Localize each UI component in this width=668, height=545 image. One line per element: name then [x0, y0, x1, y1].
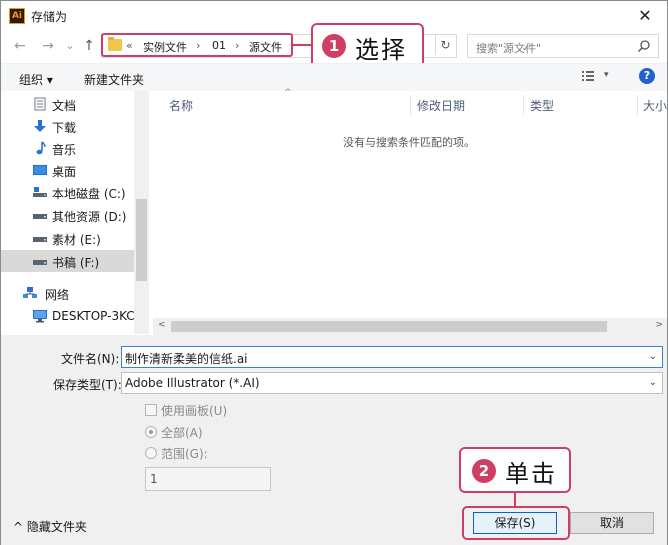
sidebar-item-label: 本地磁盘 (C:)	[52, 187, 126, 201]
filename-label: 文件名(N):	[61, 352, 120, 366]
download-icon	[34, 120, 46, 132]
column-divider[interactable]	[637, 95, 638, 115]
callout-label: 单击	[505, 460, 557, 488]
search-placeholder: 搜索"源文件"	[476, 42, 542, 55]
artboard-range-input[interactable]: 1	[145, 467, 271, 491]
help-icon[interactable]: ?	[639, 68, 655, 84]
sidebar-item-drive-f[interactable]: 书稿 (F:)	[1, 250, 134, 272]
step-badge: 1	[322, 34, 346, 58]
sidebar-item-label: 其他资源 (D:)	[52, 210, 127, 224]
new-folder-button[interactable]: 新建文件夹	[84, 71, 144, 88]
use-artboards-checkbox[interactable]	[145, 404, 157, 416]
drive-icon	[33, 237, 47, 242]
artboard-range-value: 1	[150, 472, 158, 486]
column-header-type[interactable]: 类型	[530, 97, 554, 114]
artboard-range-radio[interactable]	[145, 447, 157, 459]
artboard-all-radio[interactable]	[145, 426, 157, 438]
callout-connector	[514, 493, 516, 506]
filename-field[interactable]: 制作清新柔美的信纸.ai ⌄	[121, 346, 663, 368]
drive-icon	[33, 260, 47, 265]
close-button[interactable]: ✕	[633, 4, 657, 28]
file-list-scroll-thumb[interactable]	[171, 321, 607, 332]
illustrator-app-icon: Ai	[9, 8, 25, 24]
refresh-button[interactable]: ↻	[435, 35, 455, 55]
sidebar-item-music[interactable]: 音乐	[1, 137, 134, 159]
sidebar-item-drive-c[interactable]: 本地磁盘 (C:)	[1, 181, 134, 203]
column-header-name[interactable]: 名称	[169, 97, 193, 114]
sidebar-item-downloads[interactable]: 下载	[1, 115, 134, 137]
scroll-left-button[interactable]: <	[158, 320, 166, 330]
empty-list-message: 没有与搜索条件匹配的项。	[343, 136, 475, 149]
callout-label: 选择	[355, 36, 407, 64]
sidebar-item-network[interactable]: 网络	[1, 282, 134, 304]
sidebar-item-label: 网络	[45, 288, 70, 302]
sidebar-item-drive-e[interactable]: 素材 (E:)	[1, 227, 134, 249]
desktop-icon	[33, 165, 47, 175]
sidebar-item-computer[interactable]: DESKTOP-3KCA	[1, 305, 143, 327]
drive-icon	[33, 214, 47, 219]
column-divider[interactable]	[523, 95, 524, 115]
music-icon	[36, 141, 46, 155]
file-list-scrollbar[interactable]: < >	[153, 318, 667, 335]
sidebar-item-label: 下载	[52, 121, 77, 135]
sidebar-scroll-thumb[interactable]	[136, 199, 147, 281]
scroll-right-button[interactable]: >	[655, 320, 663, 330]
column-header-size[interactable]: 大小	[643, 97, 667, 114]
use-artboards-label: 使用画板(U)	[161, 404, 228, 418]
filename-value: 制作清新柔美的信纸.ai	[125, 352, 248, 366]
save-as-dialog: Ai 存储为 ✕ ← → ⌄ ↑ « 实例文件 › 01 › 源文件 › ⌄ ↻…	[0, 0, 668, 545]
sidebar-item-label: 文档	[52, 99, 77, 113]
artboard-range-label: 范围(G):	[161, 447, 208, 461]
chevron-down-icon[interactable]: ⌄	[649, 351, 657, 362]
callout-click: 2 单击	[459, 447, 571, 493]
sort-indicator: ^	[284, 88, 292, 98]
dialog-title: 存储为	[31, 10, 68, 24]
sidebar-item-documents[interactable]: 文档	[1, 93, 134, 115]
step-badge: 2	[472, 459, 496, 483]
view-dropdown[interactable]: ▾	[604, 70, 609, 80]
file-list[interactable]: ^ 名称 修改日期 类型 大小 没有与搜索条件匹配的项。	[153, 88, 667, 334]
organize-menu[interactable]: 组织 ▾	[19, 71, 53, 88]
artboard-all-label: 全部(A)	[161, 426, 203, 440]
chevron-down-icon[interactable]: ⌄	[649, 377, 657, 388]
sidebar-item-label: 素材 (E:)	[52, 233, 101, 247]
document-icon	[34, 97, 46, 111]
search-icon[interactable]	[637, 39, 651, 53]
sidebar-item-label: 桌面	[52, 165, 77, 179]
sidebar-item-desktop[interactable]: 桌面	[1, 159, 134, 181]
filetype-value: Adobe Illustrator (*.AI)	[125, 376, 260, 390]
computer-icon	[33, 310, 47, 323]
recent-locations-button[interactable]: ⌄	[61, 37, 79, 55]
save-button[interactable]: 保存(S)	[473, 512, 557, 534]
navigation-pane: 文档 下载 音乐 桌面 本地磁盘 (C:) 其他资源 (D:) 素材 (E:)	[1, 91, 149, 334]
back-button[interactable]: ←	[11, 37, 29, 55]
sidebar-item-label: DESKTOP-3KCA	[52, 309, 143, 323]
sidebar-scrollbar[interactable]	[134, 91, 149, 334]
view-options-icon[interactable]	[581, 69, 595, 83]
hide-folders-toggle[interactable]: ^ 隐藏文件夹	[13, 518, 87, 535]
column-divider[interactable]	[410, 95, 411, 115]
command-toolbar: 组织 ▾ 新建文件夹	[1, 63, 667, 91]
cancel-button[interactable]: 取消	[570, 512, 654, 534]
column-header-date[interactable]: 修改日期	[417, 97, 465, 114]
sidebar-item-label: 书稿 (F:)	[52, 256, 100, 270]
search-input[interactable]: 搜索"源文件"	[467, 34, 659, 58]
filetype-label: 保存类型(T):	[53, 378, 122, 392]
system-drive-icon	[33, 187, 47, 197]
network-icon	[23, 287, 37, 298]
callout-connector	[293, 44, 311, 46]
sidebar-item-label: 音乐	[52, 143, 77, 157]
breadcrumb-highlight-frame	[101, 33, 293, 57]
filetype-select[interactable]: Adobe Illustrator (*.AI) ⌄	[121, 372, 663, 394]
sidebar-item-drive-d[interactable]: 其他资源 (D:)	[1, 204, 134, 226]
up-button[interactable]: ↑	[80, 37, 98, 55]
forward-button[interactable]: →	[39, 37, 57, 55]
